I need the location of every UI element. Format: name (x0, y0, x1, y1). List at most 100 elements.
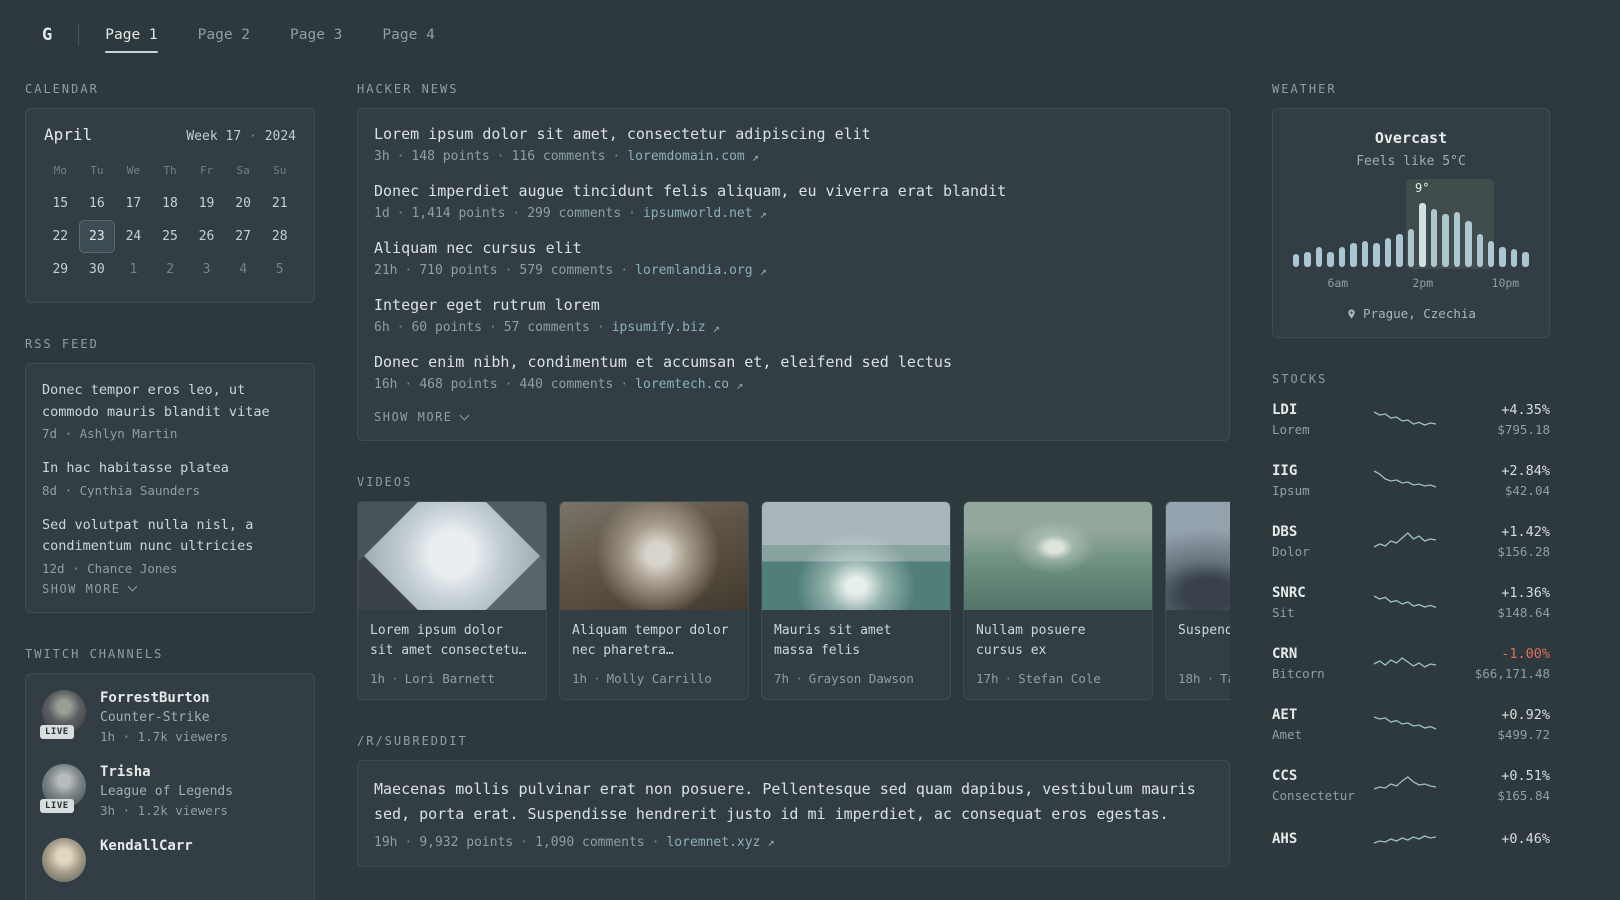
twitch-channel-name[interactable]: ForrestBurton (100, 690, 228, 706)
hn-item-title[interactable]: Integer eget rutrum lorem (374, 296, 1213, 314)
stock-symbol[interactable]: IIG (1272, 463, 1356, 479)
video-card[interactable]: Aliquam tempor dolor nec pharetra… 1h · … (559, 501, 749, 700)
hn-item-meta: 6h · 60 points · 57 comments · ipsumify.… (374, 320, 1213, 335)
twitch-channel-name[interactable]: KendallCarr (100, 838, 193, 854)
nav-tab[interactable]: Page 2 (198, 21, 250, 49)
stock-price: $148.64 (1497, 605, 1550, 620)
hn-item-domain-link[interactable]: loremdomain.com (627, 149, 744, 164)
twitch-channel[interactable]: LIVE KendallCarr (42, 837, 298, 882)
calendar-weekday: Sa (236, 164, 250, 177)
stock-change: -1.00% (1501, 646, 1550, 662)
twitch-channel-meta: 3h · 1.2k viewers (100, 802, 228, 818)
hn-item-points: 148 points (411, 149, 490, 164)
twitch-channel[interactable]: LIVE Trisha League of Legends 3h · 1.2k … (40, 763, 298, 818)
hn-item-comments[interactable]: 579 comments (519, 263, 613, 278)
stock-symbol[interactable]: LDI (1272, 402, 1356, 418)
stock-row[interactable]: CRN Bitcorn -1.00% $66,171.48 (1272, 646, 1550, 681)
app-logo[interactable]: G (42, 25, 52, 45)
rss-item-title[interactable]: Sed volutpat nulla nisl, a condimentum n… (42, 515, 298, 558)
nav-tab[interactable]: Page 3 (290, 21, 342, 49)
hn-item-comments[interactable]: 57 comments (504, 320, 590, 335)
show-more-button[interactable]: SHOW MORE (42, 582, 298, 596)
stock-row[interactable]: AHS +0.46% (1272, 829, 1550, 853)
calendar-weekday: Tu (90, 164, 104, 177)
hn-item: Donec imperdiet augue tincidunt felis al… (374, 182, 1213, 221)
video-card[interactable]: Mauris sit amet massa felis 7h · Grayson… (761, 501, 951, 700)
hn-item-title[interactable]: Aliquam nec cursus elit (374, 239, 1213, 257)
video-title[interactable]: Nullam posuere cursus ex (976, 621, 1140, 662)
twitch-list: LIVE ForrestBurton Counter-Strike 1h · 1… (40, 689, 298, 882)
stock-symbol[interactable]: CCS (1272, 768, 1356, 784)
stock-sparkline (1364, 469, 1446, 493)
nav-tab[interactable]: Page 4 (382, 21, 434, 49)
video-title[interactable]: Mauris sit amet massa felis (774, 621, 938, 662)
video-author[interactable]: Stefan Cole (1018, 671, 1101, 686)
separator-dot: · (1004, 671, 1013, 686)
reddit-post-title[interactable]: Maecenas mollis pulvinar erat non posuer… (374, 777, 1213, 827)
rss-item-title[interactable]: Donec tempor eros leo, ut commodo mauris… (42, 380, 298, 423)
hn-item-title[interactable]: Donec enim nibh, condimentum et accumsan… (374, 353, 1213, 371)
calendar-day: 28 (271, 229, 288, 244)
calendar-day: 18 (162, 196, 178, 211)
video-card[interactable]: Lorem ipsum dolor sit amet consectetu… 1… (357, 501, 547, 700)
video-thumbnail[interactable] (964, 502, 1152, 610)
hn-item-comments[interactable]: 116 comments (512, 149, 606, 164)
stock-row[interactable]: SNRC Sit +1.36% $148.64 (1272, 585, 1550, 620)
stock-symbol[interactable]: SNRC (1272, 585, 1356, 601)
stock-row[interactable]: LDI Lorem +4.35% $795.18 (1272, 402, 1550, 437)
stock-row[interactable]: AET Amet +0.92% $499.72 (1272, 707, 1550, 742)
calendar-weekday-row: Mo Tu We Th Fr Sa Su (42, 160, 298, 187)
video-thumbnail[interactable] (358, 502, 546, 610)
stock-symbol[interactable]: AHS (1272, 831, 1356, 847)
video-title[interactable]: Suspendisse diam (1178, 621, 1230, 662)
hn-item-domain-link[interactable]: ipsumify.biz (612, 320, 706, 335)
stock-row[interactable]: DBS Dolor +1.42% $156.28 (1272, 524, 1550, 559)
video-thumbnail[interactable] (560, 502, 748, 610)
video-author[interactable]: Grayson Dawson (809, 671, 914, 686)
hn-item-comments[interactable]: 440 comments (519, 377, 613, 392)
hn-item-domain-link[interactable]: loremtech.co (635, 377, 729, 392)
widget-title-hackernews[interactable]: HACKER NEWS (357, 82, 1230, 96)
twitch-card: LIVE ForrestBurton Counter-Strike 1h · 1… (25, 672, 315, 900)
nav-tab[interactable]: Page 1 (105, 21, 159, 53)
stock-symbol[interactable]: CRN (1272, 646, 1356, 662)
stock-change: +0.51% (1501, 768, 1550, 784)
widget-title-calendar: CALENDAR (25, 82, 99, 96)
twitch-channel[interactable]: LIVE ForrestBurton Counter-Strike 1h · 1… (40, 689, 298, 744)
calendar-day: 3 (202, 262, 211, 277)
page-tabs: Page 1 Page 2 Page 3 Page 4 (105, 21, 435, 53)
hn-item-title[interactable]: Lorem ipsum dolor sit amet, consectetur … (374, 125, 1213, 143)
video-title[interactable]: Aliquam tempor dolor nec pharetra… (572, 621, 736, 662)
twitch-channel-name[interactable]: Trisha (100, 764, 233, 780)
video-thumbnail[interactable] (762, 502, 950, 610)
stock-row[interactable]: CCS Consectetur +0.51% $165.84 (1272, 768, 1550, 803)
rss-item-title[interactable]: In hac habitasse platea (42, 458, 298, 480)
left-column: CALENDAR April Week 17 · 2024 Mo Tu We T… (25, 82, 315, 900)
video-thumbnail[interactable] (1166, 502, 1230, 610)
hn-item-title[interactable]: Donec imperdiet augue tincidunt felis al… (374, 182, 1213, 200)
video-author[interactable]: Molly Carrillo (607, 671, 712, 686)
stock-symbol[interactable]: DBS (1272, 524, 1356, 540)
stocks-widget: STOCKS LDI Lorem +4.35% $795.18 IIG Ipsu… (1272, 372, 1550, 853)
widget-title-subreddit[interactable]: /R/SUBREDDIT (357, 734, 1230, 748)
reddit-post-domain-link[interactable]: loremnet.xyz (666, 835, 760, 850)
video-title[interactable]: Lorem ipsum dolor sit amet consectetu… (370, 621, 534, 662)
twitch-channel-game: Counter-Strike (100, 709, 210, 725)
video-author[interactable]: Tara (1220, 671, 1230, 686)
hn-item-domain-link[interactable]: ipsumworld.net (643, 206, 753, 221)
widget-title-videos[interactable]: VIDEOS (357, 475, 1230, 489)
separator-dot: · (404, 263, 413, 278)
video-author[interactable]: Lori Barnett (405, 671, 495, 686)
hn-item-domain-link[interactable]: loremlandia.org (635, 263, 752, 278)
weather-widget: WEATHER Overcast Feels like 5°C 9° 6am 2p… (1272, 82, 1550, 338)
separator-dot: · (404, 377, 413, 392)
show-more-button[interactable]: SHOW MORE (374, 410, 1213, 424)
reddit-post-comments[interactable]: 1,090 comments (535, 835, 645, 850)
stock-symbol[interactable]: AET (1272, 707, 1356, 723)
hn-item-comments[interactable]: 299 comments (527, 206, 621, 221)
video-card[interactable]: Suspendisse diam 18h · Tara (1165, 501, 1230, 700)
calendar-day: 22 (52, 229, 69, 244)
stock-row[interactable]: IIG Ipsum +2.84% $42.04 (1272, 463, 1550, 498)
video-card[interactable]: Nullam posuere cursus ex 17h · Stefan Co… (963, 501, 1153, 700)
stock-price: $165.84 (1497, 788, 1550, 803)
